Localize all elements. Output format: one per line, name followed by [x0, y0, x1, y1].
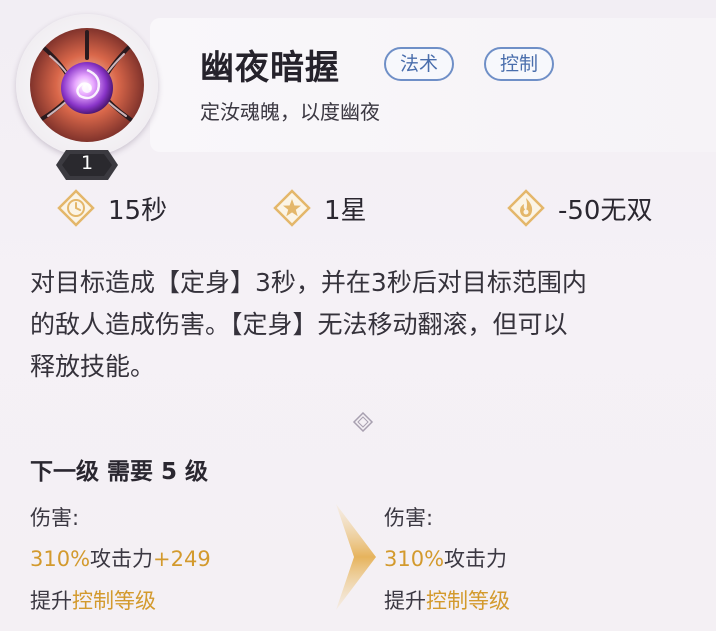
- tag-spell[interactable]: 法术: [384, 47, 455, 81]
- chevron-right-icon: [336, 504, 376, 610]
- skill-description: 对目标造成【定身】3秒，并在3秒后对目标范围内 的敌人造成伤害。【定身】无法移动…: [30, 262, 692, 388]
- next-damage-percent: 310%: [384, 547, 445, 571]
- skill-icon-container[interactable]: 1: [12, 12, 162, 180]
- current-damage-stat: 攻击力: [90, 547, 154, 571]
- current-upgrade-text: 提升控制等级: [30, 585, 156, 615]
- skill-detail-panel: 1 幽夜暗握 法术 控制 定汝魂魄，以度幽夜 15秒 1星 -50无双 对目标造…: [0, 0, 716, 631]
- shadow-vortex-icon: [30, 28, 144, 142]
- description-line: 释放技能。: [30, 352, 156, 381]
- clock-icon: [57, 189, 95, 227]
- next-damage-stat: 攻击力: [444, 547, 508, 571]
- stat-cost: -50无双: [506, 188, 652, 228]
- star-icon: [273, 189, 311, 227]
- current-damage-bonus: +249: [153, 547, 211, 571]
- cooldown-value: 15秒: [108, 195, 168, 226]
- stat-cooldown: 15秒: [56, 188, 167, 228]
- next-upgrade-text: 提升控制等级: [384, 585, 510, 615]
- flame-icon: [507, 189, 545, 227]
- tag-control[interactable]: 控制: [484, 47, 555, 81]
- current-upgrade-prefix: 提升: [30, 589, 72, 613]
- level-number: 1: [80, 152, 94, 174]
- next-damage-label: 伤害:: [384, 506, 434, 530]
- cost-value: -50无双: [558, 195, 653, 226]
- fade-overlay: [520, 530, 716, 631]
- level-badge: 1: [56, 148, 118, 182]
- next-level-header: 下一级 需要 5 级: [30, 459, 209, 485]
- section-divider: [30, 412, 696, 432]
- current-upgrade-highlight: 控制等级: [72, 589, 156, 613]
- description-line: 的敌人造成伤害。【定身】无法移动翻滚，但可以: [30, 310, 568, 339]
- next-damage-value: 310%攻击力: [384, 543, 507, 573]
- current-damage-value: 310%攻击力+249: [30, 543, 211, 573]
- diamond-icon: [352, 412, 374, 432]
- current-damage-percent: 310%: [30, 547, 91, 571]
- skill-subtitle: 定汝魂魄，以度幽夜: [200, 100, 380, 124]
- stat-star: 1星: [272, 188, 367, 228]
- description-line: 对目标造成【定身】3秒，并在3秒后对目标范围内: [30, 268, 587, 297]
- next-upgrade-prefix: 提升: [384, 589, 426, 613]
- skill-title: 幽夜暗握: [200, 48, 340, 88]
- next-upgrade-highlight: 控制等级: [426, 589, 510, 613]
- star-value: 1星: [324, 195, 367, 226]
- current-damage-label: 伤害:: [30, 506, 80, 530]
